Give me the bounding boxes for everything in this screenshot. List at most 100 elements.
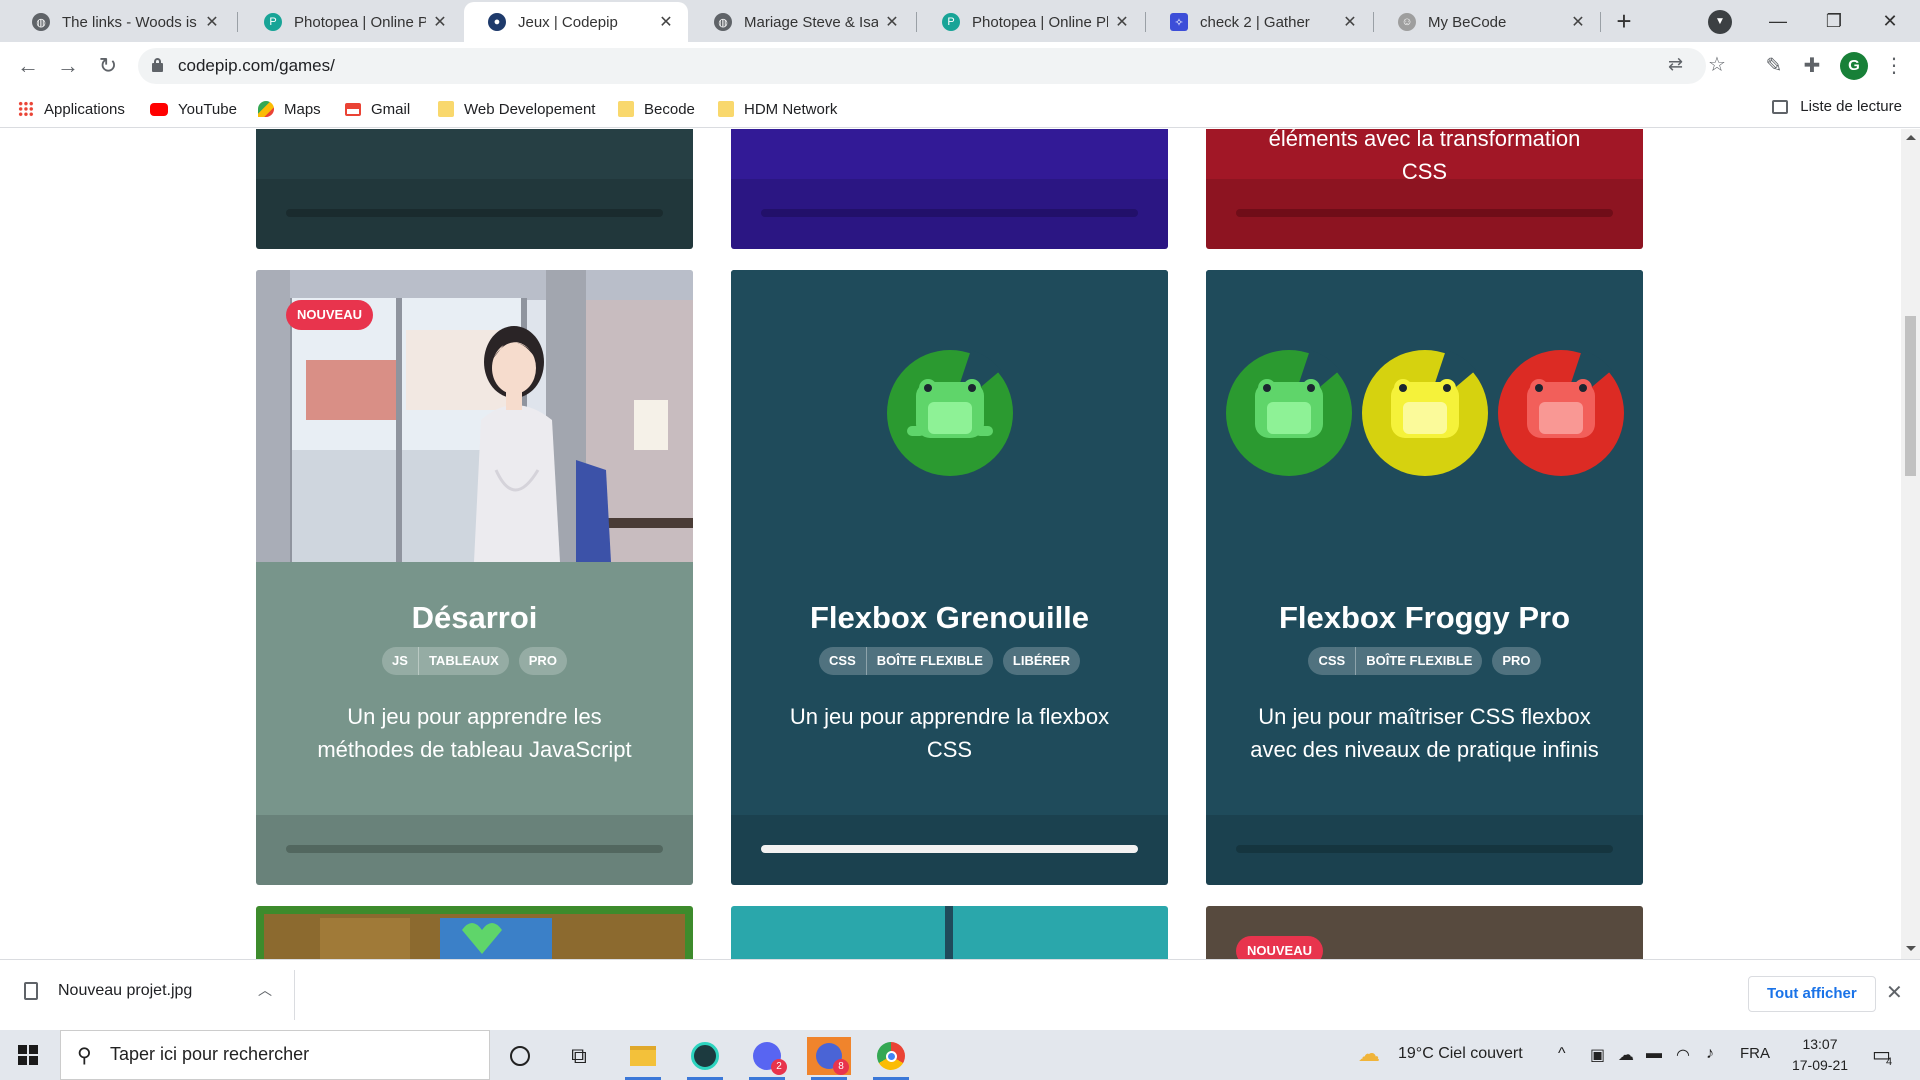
tab-1[interactable]: P Photopea | Online Pho ✕ bbox=[240, 2, 462, 42]
scroll-down-arrow-icon[interactable] bbox=[1906, 946, 1916, 951]
game-card-top-1[interactable] bbox=[256, 129, 693, 249]
extensions-puzzle-icon[interactable]: ✚ bbox=[1798, 52, 1826, 80]
restore-button[interactable]: ❐ bbox=[1806, 4, 1862, 38]
tag-liberer[interactable]: LIBÉRER bbox=[1003, 647, 1080, 675]
tag-css[interactable]: CSS bbox=[1308, 647, 1355, 675]
game-card-bottom-2[interactable] bbox=[731, 906, 1168, 959]
windows-start-icon[interactable] bbox=[18, 1045, 38, 1065]
bookmark-label: Web Developement bbox=[464, 100, 596, 118]
forward-arrow-icon[interactable]: → bbox=[52, 50, 84, 82]
close-icon[interactable]: ✕ bbox=[884, 12, 900, 32]
chrome-icon[interactable] bbox=[869, 1037, 913, 1080]
game-card-desarroi[interactable]: NOUVEAU Désarroi JS TABLEAUX PRO Un jeu … bbox=[256, 270, 693, 885]
chevron-up-icon[interactable]: ^ bbox=[1558, 1045, 1566, 1063]
language-indicator[interactable]: FRA bbox=[1740, 1045, 1770, 1062]
volume-icon[interactable]: ♪ bbox=[1706, 1045, 1714, 1063]
close-icon[interactable]: ✕ bbox=[204, 12, 220, 32]
tag-pro[interactable]: PRO bbox=[519, 647, 567, 675]
tag-boite-flexible[interactable]: BOÎTE FLEXIBLE bbox=[865, 647, 993, 675]
tab-2-active[interactable]: ● Jeux | Codepip ✕ bbox=[464, 2, 688, 42]
eyedropper-extension-icon[interactable]: ✎ bbox=[1760, 52, 1788, 80]
close-icon[interactable]: ✕ bbox=[1114, 12, 1130, 32]
weather-text[interactable]: 19°C Ciel couvert bbox=[1398, 1045, 1523, 1063]
tab-6[interactable]: ☺ My BeCode ✕ bbox=[1374, 2, 1600, 42]
bookmark-gmail[interactable]: Gmail bbox=[345, 98, 410, 120]
game-card-top-3[interactable]: éléments avec la transformation CSS bbox=[1206, 129, 1643, 249]
reading-list-button[interactable]: Liste de lecture bbox=[1772, 98, 1902, 115]
close-icon[interactable]: ✕ bbox=[658, 12, 674, 32]
clock[interactable]: 13:07 17-09-21 bbox=[1786, 1034, 1854, 1076]
windows-taskbar: ⚲ Taper ici pour rechercher ⧉ 2 8 ☁ 19°C… bbox=[0, 1030, 1920, 1080]
task-view-icon[interactable]: ⧉ bbox=[557, 1037, 601, 1075]
card-footer bbox=[731, 815, 1168, 885]
url-text[interactable]: codepip.com/games/ bbox=[178, 56, 335, 76]
taskbar-search-box[interactable]: ⚲ Taper ici pour rechercher bbox=[60, 1030, 490, 1080]
onedrive-icon[interactable]: ☁ bbox=[1618, 1045, 1634, 1065]
bookmark-folder-web-developement[interactable]: Web Developement bbox=[438, 98, 595, 120]
file-explorer-icon[interactable] bbox=[621, 1037, 665, 1080]
apps-grid-icon bbox=[18, 101, 34, 117]
photopea-icon: P bbox=[942, 13, 960, 31]
wifi-icon[interactable]: ◠ bbox=[1676, 1045, 1690, 1065]
card-description: Un jeu pour apprendre les méthodes de ta… bbox=[317, 704, 632, 762]
card-description: Un jeu pour maîtriser CSS flexbox avec d… bbox=[1250, 704, 1599, 762]
close-icon[interactable]: ✕ bbox=[432, 12, 448, 32]
scroll-up-arrow-icon[interactable] bbox=[1906, 135, 1916, 140]
back-arrow-icon[interactable]: ← bbox=[12, 50, 44, 82]
close-icon[interactable]: ✕ bbox=[1342, 12, 1358, 32]
discord-icon[interactable]: 2 bbox=[745, 1037, 789, 1080]
tab-5[interactable]: ✧ check 2 | Gather ✕ bbox=[1146, 2, 1372, 42]
tag-js[interactable]: JS bbox=[382, 647, 418, 675]
bookmark-label: Maps bbox=[284, 100, 321, 118]
close-icon[interactable]: ✕ bbox=[1570, 12, 1586, 32]
tab-3[interactable]: ◍ Mariage Steve & Isabe ✕ bbox=[690, 2, 914, 42]
game-card-bottom-3[interactable]: NOUVEAU bbox=[1206, 906, 1643, 959]
bookmark-label: Gmail bbox=[371, 100, 411, 118]
window-close-button[interactable]: ✕ bbox=[1862, 4, 1918, 38]
tab-search-icon[interactable]: ▼ bbox=[1708, 10, 1732, 34]
card-title[interactable]: Flexbox Grenouille bbox=[731, 600, 1168, 636]
show-all-downloads-button[interactable]: Tout afficher bbox=[1748, 976, 1876, 1012]
game-card-flexbox-grenouille[interactable]: Flexbox Grenouille CSS BOÎTE FLEXIBLE LI… bbox=[731, 270, 1168, 885]
game-card-top-2[interactable] bbox=[731, 129, 1168, 249]
lock-icon[interactable] bbox=[152, 58, 163, 72]
app-icon-badged[interactable]: 8 bbox=[807, 1037, 851, 1080]
translate-icon[interactable]: ⇄ bbox=[1668, 54, 1683, 75]
bookmark-star-icon[interactable]: ☆ bbox=[1708, 52, 1726, 77]
menu-kebab-icon[interactable]: ⋮ bbox=[1880, 52, 1908, 80]
tab-4[interactable]: P Photopea | Online Pho ✕ bbox=[918, 2, 1144, 42]
game-card-flexbox-froggy-pro[interactable]: Flexbox Froggy Pro CSS BOÎTE FLEXIBLE PR… bbox=[1206, 270, 1643, 885]
tag-tableaux[interactable]: TABLEAUX bbox=[417, 647, 509, 675]
bookmark-applications[interactable]: Applications bbox=[18, 98, 125, 120]
reload-icon[interactable]: ↻ bbox=[92, 50, 124, 82]
game-card-bottom-1[interactable] bbox=[256, 906, 693, 959]
tag-list: CSS BOÎTE FLEXIBLE PRO bbox=[1206, 647, 1643, 675]
tag-pro[interactable]: PRO bbox=[1492, 647, 1540, 675]
bookmark-folder-hdm-network[interactable]: HDM Network bbox=[718, 98, 837, 120]
gitkraken-icon[interactable] bbox=[683, 1037, 727, 1080]
tag-boite-flexible[interactable]: BOÎTE FLEXIBLE bbox=[1355, 647, 1482, 675]
bookmark-maps[interactable]: Maps bbox=[258, 98, 321, 120]
card-title[interactable]: Désarroi bbox=[256, 600, 693, 636]
page-scrollbar[interactable] bbox=[1901, 129, 1920, 959]
bookmark-youtube[interactable]: YouTube bbox=[150, 98, 237, 120]
bookmark-folder-becode[interactable]: Becode bbox=[618, 98, 695, 120]
cortana-icon[interactable] bbox=[498, 1037, 542, 1075]
profile-avatar[interactable]: G bbox=[1840, 52, 1868, 80]
download-item[interactable]: Nouveau projet.jpg bbox=[24, 982, 192, 1000]
weather-icon[interactable]: ☁ bbox=[1358, 1041, 1380, 1067]
scrollbar-thumb[interactable] bbox=[1905, 316, 1916, 476]
tag-group: LIBÉRER bbox=[1002, 647, 1080, 675]
close-icon[interactable]: ✕ bbox=[1886, 980, 1903, 1005]
globe-icon: ◍ bbox=[714, 13, 732, 31]
tab-0[interactable]: ◍ The links - Woods is h ✕ bbox=[8, 2, 234, 42]
new-tab-button[interactable]: + bbox=[1608, 6, 1640, 38]
tag-css[interactable]: CSS bbox=[819, 647, 866, 675]
chevron-up-icon[interactable]: ︿ bbox=[258, 980, 272, 1000]
minimize-button[interactable]: — bbox=[1750, 4, 1806, 38]
meet-now-icon[interactable]: ▣ bbox=[1590, 1045, 1605, 1065]
battery-icon[interactable]: ▬ bbox=[1646, 1045, 1662, 1063]
address-bar[interactable]: codepip.com/games/ ⇄ ☆ bbox=[138, 48, 1726, 84]
card-title[interactable]: Flexbox Froggy Pro bbox=[1206, 600, 1643, 636]
clock-date: 17-09-21 bbox=[1791, 1057, 1849, 1073]
